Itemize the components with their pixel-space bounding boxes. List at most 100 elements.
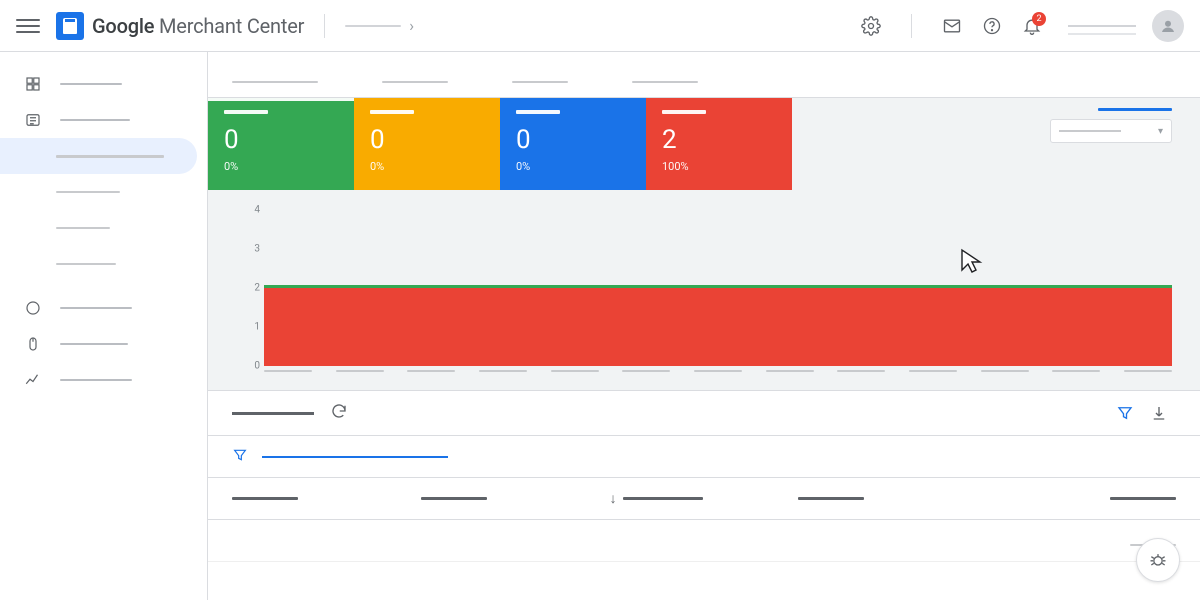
sidebar-subitem[interactable]	[0, 210, 197, 246]
column-header[interactable]	[421, 497, 610, 500]
feedback-button[interactable]	[1136, 538, 1180, 582]
sidebar-item-label	[56, 263, 116, 265]
status-tile-blue[interactable]: 00%	[500, 98, 646, 190]
tab[interactable]	[232, 81, 318, 83]
app-header: Google Merchant Center › 2	[0, 0, 1200, 52]
status-dashboard: 00%00%00%2100% ▾ 01234	[208, 98, 1200, 390]
sidebar-item-label	[60, 379, 132, 381]
date-range-dropdown[interactable]: ▾	[1050, 119, 1172, 143]
status-tile-yellow[interactable]: 00%	[354, 98, 500, 190]
bug-icon	[1148, 550, 1168, 570]
tile-label	[516, 110, 560, 114]
chart-x-tick	[766, 370, 814, 372]
merchant-center-logo-icon	[56, 12, 84, 40]
settings-button[interactable]	[851, 6, 891, 46]
filter-button[interactable]	[1108, 396, 1142, 430]
chart-x-tick	[551, 370, 599, 372]
table-row[interactable]	[208, 520, 1200, 562]
tab[interactable]	[512, 81, 568, 83]
divider	[324, 14, 325, 38]
chart-x-tick	[407, 370, 455, 372]
tab-bar	[208, 52, 1200, 98]
tile-percent: 100%	[662, 160, 776, 173]
product-title: Google Merchant Center	[92, 14, 304, 38]
chart-series-green	[264, 285, 1172, 288]
sidebar-item-products[interactable]	[0, 102, 197, 138]
column-header-sorted[interactable]: ↓	[610, 490, 799, 507]
table-header: ↓	[208, 478, 1200, 520]
chart-x-tick	[909, 370, 957, 372]
chart-x-tick	[981, 370, 1029, 372]
mouse-icon	[24, 335, 42, 353]
list-icon	[24, 111, 42, 129]
divider	[911, 14, 912, 38]
add-filter-link[interactable]	[262, 456, 448, 458]
breadcrumb[interactable]	[345, 25, 401, 27]
tile-percent: 0%	[224, 160, 338, 173]
chart-x-axis	[264, 370, 1172, 380]
table-controls	[208, 390, 1200, 436]
sidebar-item-overview[interactable]	[0, 66, 197, 102]
tab[interactable]	[382, 81, 448, 83]
tile-label	[224, 110, 268, 114]
tile-label	[370, 110, 414, 114]
dropdown-label	[1059, 130, 1121, 132]
sidebar-item-label	[56, 155, 164, 158]
main-content: 00%00%00%2100% ▾ 01234	[208, 52, 1200, 600]
dashboard-icon	[24, 75, 42, 93]
tile-value: 2	[662, 126, 776, 154]
column-header[interactable]	[232, 497, 421, 500]
sidebar-subitem[interactable]	[0, 246, 197, 282]
sidebar-subitem[interactable]	[0, 174, 197, 210]
table-title	[232, 412, 314, 415]
tile-value: 0	[224, 126, 338, 154]
circle-icon	[24, 299, 42, 317]
sidebar-item-label	[60, 343, 128, 345]
sidebar-item-label	[60, 119, 130, 121]
sidebar-item-label	[60, 307, 132, 309]
sidebar-item-growth[interactable]	[0, 326, 197, 362]
chart-x-tick	[479, 370, 527, 372]
refresh-button[interactable]	[330, 402, 348, 424]
tile-value: 0	[516, 126, 630, 154]
chart-x-tick	[336, 370, 384, 372]
tile-value: 0	[370, 126, 484, 154]
tile-percent: 0%	[516, 160, 630, 173]
chart-x-tick	[1052, 370, 1100, 372]
chart-x-tick	[622, 370, 670, 372]
chart-x-tick	[1124, 370, 1172, 372]
inbox-button[interactable]	[932, 6, 972, 46]
download-button[interactable]	[1142, 396, 1176, 430]
status-tile-red[interactable]: 2 100%	[646, 98, 792, 190]
tile-label	[662, 110, 706, 114]
chart-series-red	[264, 288, 1172, 366]
sidebar-item-diagnostics[interactable]	[0, 138, 197, 174]
tab[interactable]	[632, 81, 698, 83]
column-header[interactable]	[987, 497, 1176, 500]
person-icon	[1159, 17, 1177, 35]
user-avatar[interactable]	[1152, 10, 1184, 42]
chevron-right-icon: ›	[409, 16, 414, 35]
menu-button[interactable]	[16, 14, 40, 38]
notification-badge: 2	[1032, 12, 1046, 26]
sidebar	[0, 52, 208, 600]
notifications-button[interactable]: 2	[1012, 6, 1052, 46]
gear-icon	[861, 16, 881, 36]
filter-row	[208, 436, 1200, 478]
sidebar-item-label	[56, 191, 120, 193]
sidebar-item-performance[interactable]	[0, 290, 197, 326]
trend-icon	[24, 371, 42, 389]
account-selector[interactable]	[1068, 25, 1136, 27]
tile-percent: 0%	[370, 160, 484, 173]
chart-x-tick	[837, 370, 885, 372]
status-tile-green[interactable]: 00%	[208, 98, 354, 190]
status-chart: 01234	[208, 190, 1200, 390]
chevron-down-icon: ▾	[1158, 126, 1163, 137]
mail-icon	[942, 16, 962, 36]
sidebar-item-trends[interactable]	[0, 362, 197, 398]
help-button[interactable]	[972, 6, 1012, 46]
column-header[interactable]	[798, 497, 987, 500]
view-link[interactable]	[1098, 108, 1172, 111]
filter-icon	[232, 447, 248, 467]
chart-plot-area	[264, 210, 1172, 366]
